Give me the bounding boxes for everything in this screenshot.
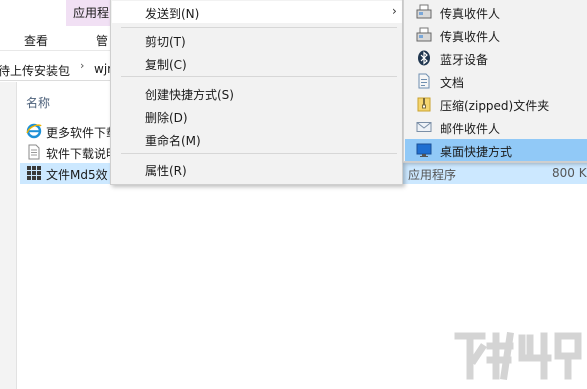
ie-icon bbox=[26, 123, 42, 139]
submenu-item-bluetooth[interactable]: 蓝牙设备 bbox=[405, 47, 587, 69]
submenu-item-label: 邮件收件人 bbox=[440, 122, 501, 136]
menu-item-delete[interactable]: 删除(D) bbox=[112, 105, 402, 127]
send-to-submenu: 传真收件人 传真收件人 蓝牙设备 文档 压缩(zipped)文件夹 邮件收件人 … bbox=[403, 0, 587, 162]
submenu-item-desktop-shortcut[interactable]: 桌面快捷方式 bbox=[405, 139, 587, 161]
file-name: 文件Md5效 bbox=[46, 168, 108, 182]
submenu-item-label: 蓝牙设备 bbox=[440, 53, 489, 67]
submenu-item-zip[interactable]: 压缩(zipped)文件夹 bbox=[405, 93, 587, 115]
fax-icon bbox=[416, 27, 432, 43]
submenu-item-documents[interactable]: 文档 bbox=[405, 70, 587, 92]
file-type: 应用程序 bbox=[408, 168, 457, 182]
file-row[interactable]: 软件下载说明 bbox=[26, 142, 119, 163]
menu-item-label: 复制(C) bbox=[145, 58, 187, 72]
app-grid-icon bbox=[26, 165, 42, 181]
breadcrumb-separator[interactable]: › bbox=[80, 59, 84, 72]
submenu-item-mail[interactable]: 邮件收件人 bbox=[405, 116, 587, 138]
tab-manage[interactable]: 管 bbox=[96, 32, 108, 49]
context-menu: 发送到(N) › 剪切(T) 复制(C) 创建快捷方式(S) 删除(D) 重命名… bbox=[110, 0, 403, 185]
submenu-item-fax[interactable]: 传真收件人 bbox=[405, 24, 587, 46]
menu-item-label: 创建快捷方式(S) bbox=[145, 88, 234, 102]
chevron-right-icon: › bbox=[392, 4, 397, 18]
menu-item-cut[interactable]: 剪切(T) bbox=[112, 29, 402, 51]
mail-icon bbox=[416, 119, 432, 135]
menu-item-rename[interactable]: 重命名(M) bbox=[112, 128, 402, 150]
file-row[interactable]: 更多软件下载 bbox=[26, 121, 119, 142]
submenu-item-label: 传真收件人 bbox=[440, 30, 501, 44]
bluetooth-icon bbox=[416, 50, 432, 66]
fax-icon bbox=[416, 4, 432, 20]
tab-app-tools[interactable]: 应用程 bbox=[66, 0, 112, 26]
watermark-logo bbox=[452, 326, 584, 386]
submenu-item-fax[interactable]: 传真收件人 bbox=[405, 1, 587, 23]
menu-item-label: 属性(R) bbox=[145, 164, 187, 178]
menu-item-copy[interactable]: 复制(C) bbox=[112, 52, 402, 74]
menu-item-send-to[interactable]: 发送到(N) › bbox=[112, 1, 402, 23]
menu-item-label: 重命名(M) bbox=[145, 134, 201, 148]
column-header-name[interactable]: 名称 bbox=[26, 94, 50, 111]
menu-divider bbox=[121, 76, 397, 77]
submenu-item-label: 文档 bbox=[440, 76, 465, 90]
submenu-item-label: 传真收件人 bbox=[440, 7, 501, 21]
submenu-item-label: 压缩(zipped)文件夹 bbox=[440, 99, 550, 113]
breadcrumb-segment[interactable]: 待上传安装包 bbox=[0, 62, 70, 79]
file-name: 更多软件下载 bbox=[46, 126, 119, 140]
submenu-item-label: 桌面快捷方式 bbox=[440, 145, 513, 159]
menu-item-label: 删除(D) bbox=[145, 111, 188, 125]
menu-item-label: 发送到(N) bbox=[145, 7, 200, 21]
menu-divider bbox=[121, 153, 397, 154]
document-icon bbox=[416, 73, 432, 89]
file-name: 软件下载说明 bbox=[46, 147, 119, 161]
menu-divider bbox=[121, 27, 397, 28]
tab-view[interactable]: 查看 bbox=[24, 32, 48, 49]
menu-item-properties[interactable]: 属性(R) bbox=[112, 158, 402, 180]
zip-folder-icon bbox=[416, 96, 432, 112]
navigation-pane[interactable] bbox=[0, 82, 17, 389]
text-file-icon bbox=[26, 144, 42, 160]
menu-item-create-shortcut[interactable]: 创建快捷方式(S) bbox=[112, 82, 402, 104]
file-size: 800 KB bbox=[552, 166, 587, 180]
desktop-icon bbox=[416, 142, 432, 158]
menu-item-label: 剪切(T) bbox=[145, 35, 186, 49]
